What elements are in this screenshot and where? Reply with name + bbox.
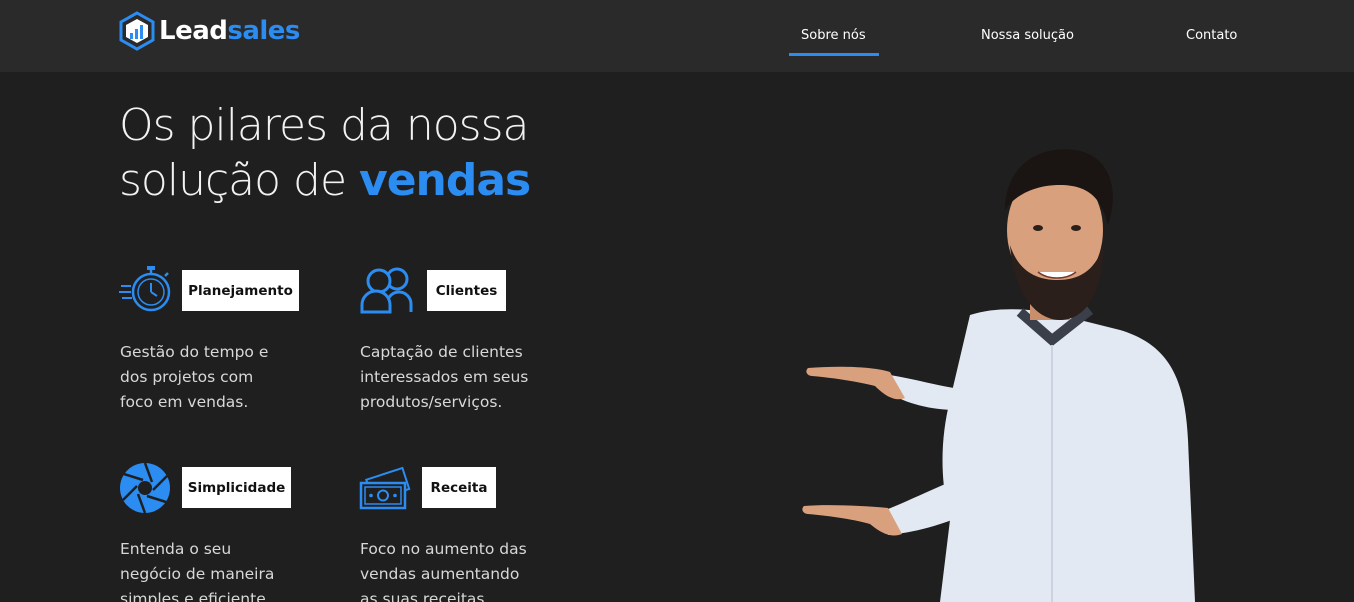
nav-sobre-nos[interactable]: Sobre nós	[801, 28, 866, 43]
feature-desc-planejamento: Gestão do tempo e dos projetos com foco …	[120, 343, 269, 411]
feature-label-receita: Receita	[422, 467, 496, 508]
hero-title-line2-prefix: solução de	[119, 155, 360, 206]
feature-desc-clientes: Captação de clientes interessados em seu…	[360, 343, 529, 411]
feature-label-planejamento: Planejamento	[182, 270, 299, 311]
feature-desc-simplicidade: Entenda o seu negócio de maneira simples…	[120, 540, 275, 602]
nav-nossa-solucao[interactable]: Nossa solução	[981, 28, 1074, 43]
aperture-icon	[119, 462, 171, 518]
brand-name: Leadsales	[159, 16, 300, 46]
brand-logo[interactable]: Leadsales	[119, 11, 300, 51]
site-header: Leadsales Sobre nós Nossa solução Contat…	[0, 0, 1354, 72]
feature-desc-receita: Foco no aumento das vendas aumentando as…	[360, 540, 527, 602]
feature-label-clientes: Clientes	[427, 270, 506, 311]
hero-title: Os pilares da nossa solução de vendas	[119, 98, 579, 208]
nav-active-indicator	[789, 53, 879, 56]
nav-contato[interactable]: Contato	[1186, 28, 1237, 43]
hexagon-logo-icon	[119, 11, 155, 51]
money-icon	[359, 465, 411, 515]
hero-title-line1: Os pilares da nossa	[119, 100, 529, 151]
man-pointing-image	[802, 149, 1195, 602]
brand-name-lead: Lead	[159, 16, 228, 46]
brand-name-sales: sales	[227, 16, 300, 46]
feature-label-simplicidade: Simplicidade	[182, 467, 291, 508]
hero-title-accent: vendas	[359, 155, 531, 206]
users-icon	[359, 266, 417, 318]
stopwatch-icon	[119, 264, 173, 320]
